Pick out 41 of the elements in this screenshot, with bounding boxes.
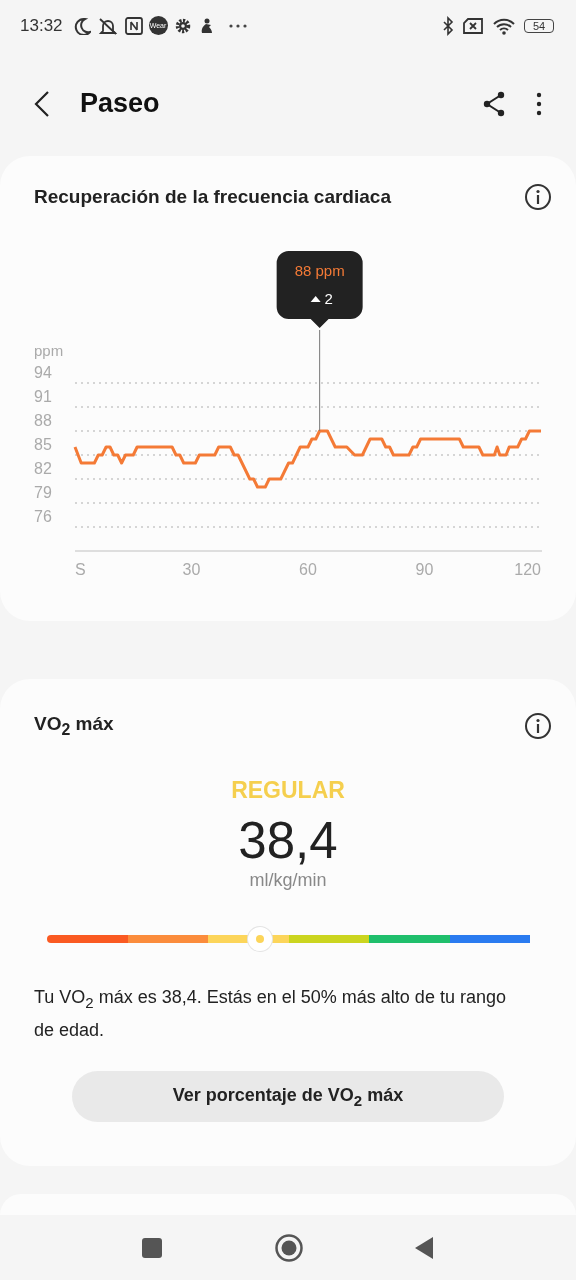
- axis-label: ppm: [34, 341, 64, 359]
- percentile-button[interactable]: Ver porcentaje de VO$_{2}$ máx: [72, 1071, 504, 1123]
- axis-tick-label: 90: [415, 560, 434, 578]
- gear-icon: [173, 16, 192, 35]
- bell-muted-icon: [96, 16, 119, 35]
- axis-tick-label: 94: [34, 363, 52, 381]
- tooltip-change: 2: [324, 289, 333, 307]
- status-time: 13:32: [20, 15, 63, 36]
- recent-apps-icon[interactable]: [141, 1236, 163, 1259]
- more-dots-icon: [227, 22, 248, 29]
- back-icon[interactable]: [414, 1235, 434, 1260]
- up-arrow-icon: [310, 295, 321, 302]
- axis-tick-label: 120: [514, 560, 541, 578]
- axis-tick-label: 88: [34, 411, 52, 429]
- rating-label: REGULAR: [230, 776, 346, 804]
- axis-tick-label: 76: [34, 507, 52, 525]
- bluetooth-icon: [442, 15, 454, 36]
- axis-tick-label: 79: [34, 483, 52, 501]
- card-title: Recuperación de la frecuencia cardiaca: [34, 185, 392, 208]
- battery-icon: 54: [524, 18, 554, 33]
- axis-tick-label: S: [75, 560, 86, 578]
- description: Tu VO$_{2}$ máx es 38,4. Estás en el 50% más alto de tu rango de edad.: [34, 985, 507, 1043]
- axis-tick-label: 82: [34, 459, 52, 477]
- page-title: Paseo: [80, 88, 161, 120]
- info-icon[interactable]: [524, 182, 552, 211]
- axis-tick-label: 60: [299, 560, 317, 578]
- axis-tick-label: 85: [34, 435, 52, 453]
- tooltip-value: 88 ppm: [294, 261, 345, 279]
- share-icon[interactable]: [482, 90, 506, 117]
- more-options-icon[interactable]: [536, 91, 542, 116]
- vo2-value: 38,4: [237, 811, 339, 870]
- card-title: VO$_{2}$ máx: [34, 712, 115, 739]
- axis-tick-label: 91: [34, 387, 52, 405]
- axis-tick-label: 30: [182, 560, 201, 578]
- moon-icon: [72, 16, 91, 35]
- nfc-icon: [124, 16, 143, 35]
- sim-card-icon: [462, 16, 484, 35]
- info-icon[interactable]: [524, 711, 552, 740]
- unit-label: ml/kg/min: [248, 869, 328, 891]
- wifi-icon: [492, 16, 516, 35]
- home-icon[interactable]: [273, 1232, 304, 1263]
